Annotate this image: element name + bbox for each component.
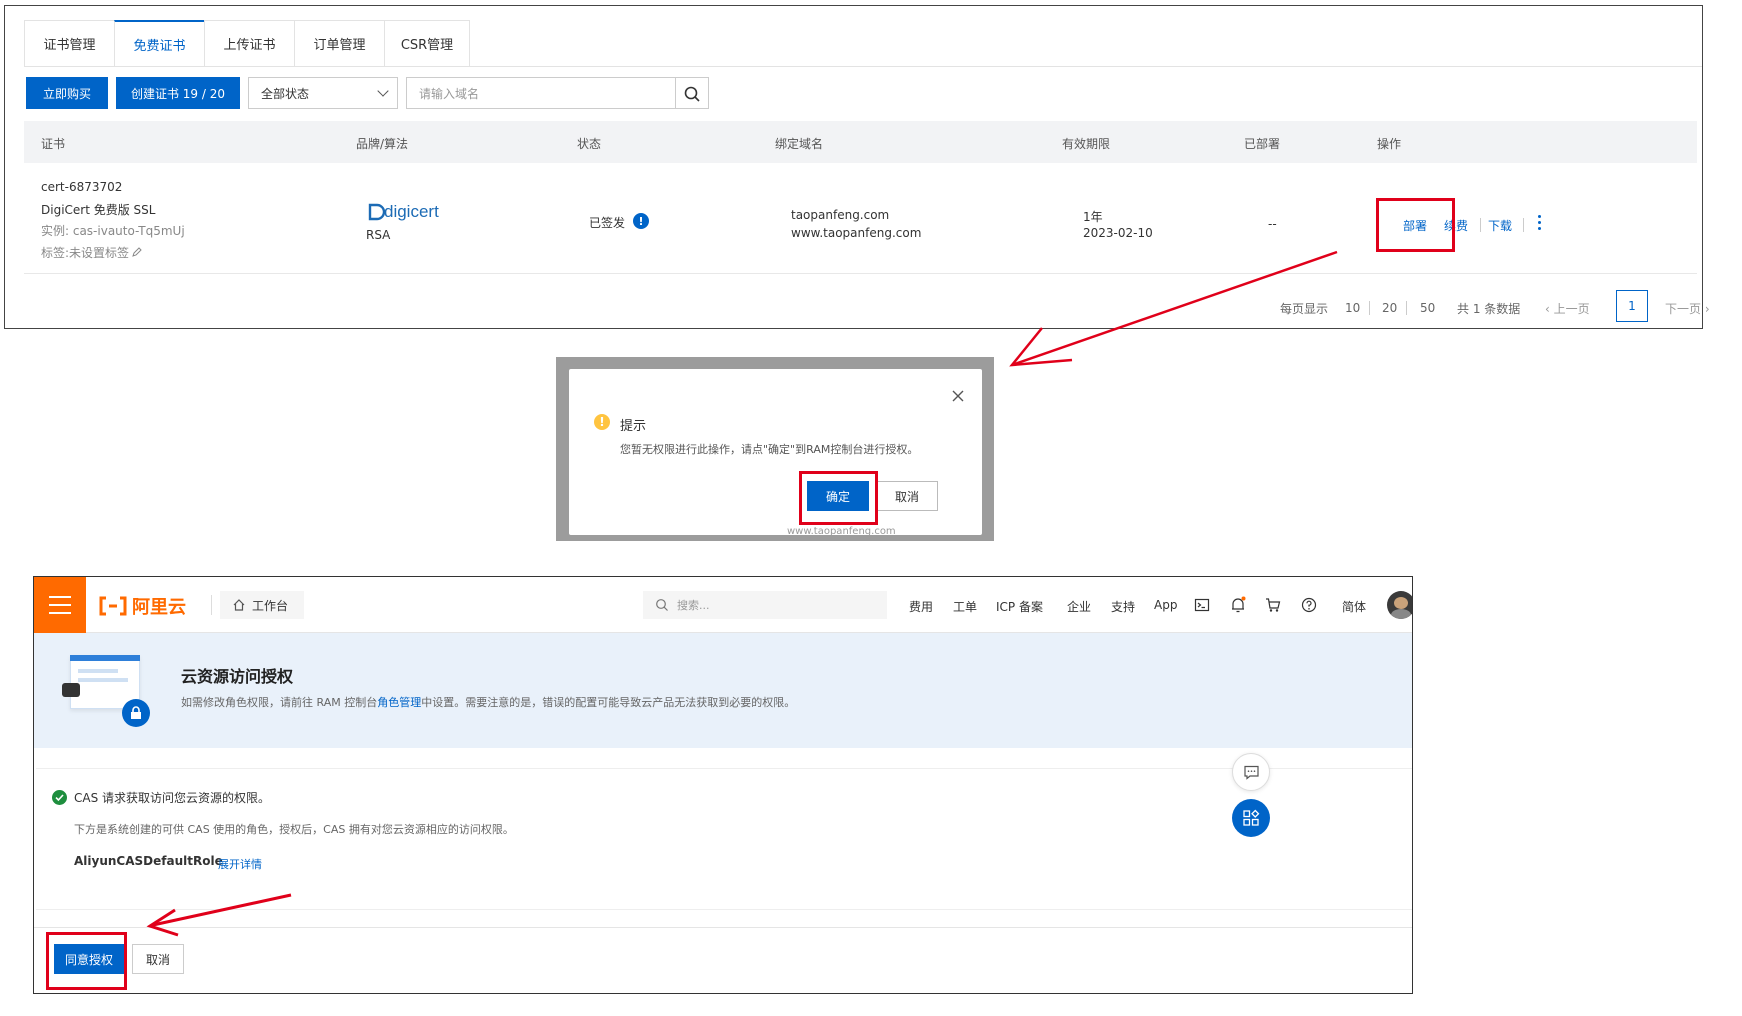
annotation-arrows xyxy=(146,250,1338,937)
arrow-to-dialog xyxy=(1009,250,1338,367)
arrow-to-agree-button xyxy=(146,893,292,937)
